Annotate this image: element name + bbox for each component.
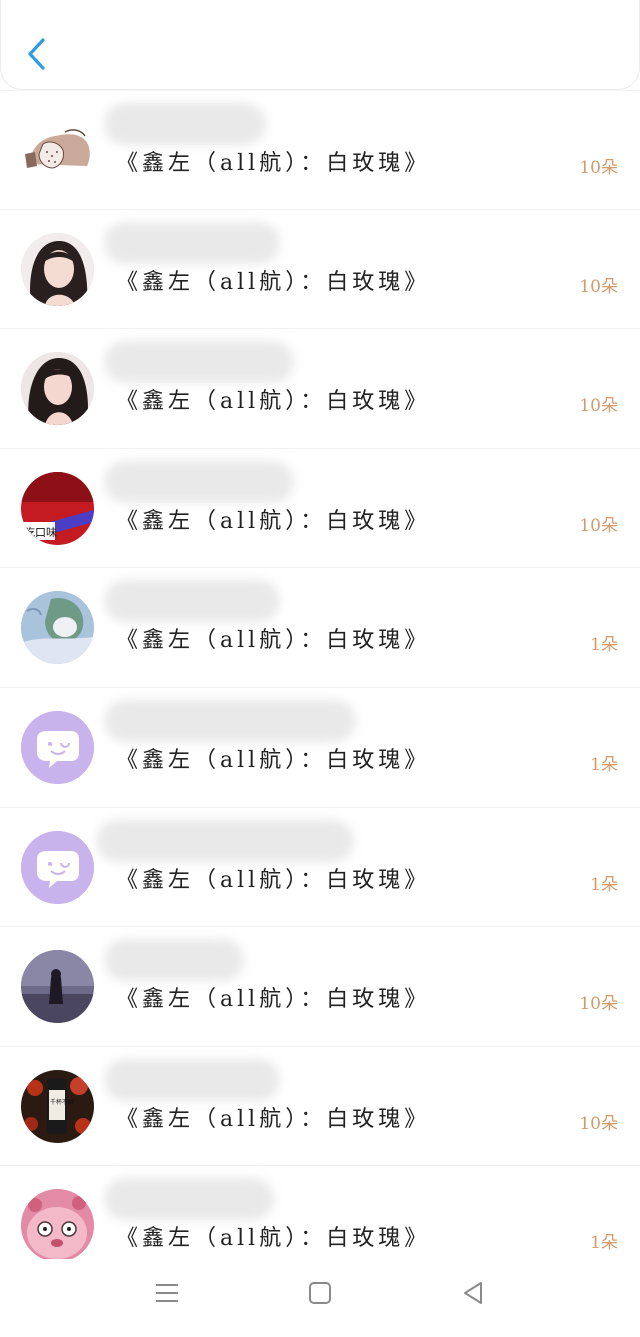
username-blurred [104, 103, 266, 145]
avatar-caption: 千杯不醉 [50, 1098, 74, 1106]
username-blurred [104, 699, 356, 742]
list-item[interactable]: 《鑫左（all航）：白玫瑰》 10朵 [0, 329, 640, 449]
meme-avatar [21, 114, 94, 187]
flower-count: 10朵 [579, 515, 618, 536]
flower-count: 1朵 [590, 874, 618, 895]
drink-photo-avatar: 千杯不醉 [21, 1069, 94, 1143]
flower-count: 10朵 [579, 994, 618, 1015]
flower-count: 1朵 [590, 635, 618, 656]
username-blurred [104, 1058, 280, 1101]
username-blurred [96, 819, 354, 862]
girl-photo-avatar [21, 352, 94, 426]
username-blurred [104, 221, 280, 264]
back-button[interactable] [21, 34, 53, 74]
item-title: 《鑫左（all航）：白玫瑰》 [116, 269, 431, 295]
gift-list: 《鑫左（all航）：白玫瑰》 10朵 《鑫左（all航）：白玫瑰》 10朵 《鑫… [0, 90, 640, 1286]
default-chat-avatar [21, 710, 94, 784]
item-title: 《鑫左（all航）：白玫瑰》 [116, 628, 431, 654]
list-item[interactable]: 千杯不醉 《鑫左（all航）：白玫瑰》 10朵 [0, 1047, 640, 1167]
item-title: 《鑫左（all航）：白玫瑰》 [116, 867, 431, 893]
flower-count: 1朵 [590, 754, 618, 775]
system-navigation-bar [0, 1259, 640, 1337]
menu-icon [156, 1284, 178, 1302]
username-blurred [104, 341, 294, 384]
flower-count: 10朵 [579, 1113, 618, 1134]
item-title: 《鑫左（all航）：白玫瑰》 [116, 1106, 431, 1132]
menu-button[interactable] [147, 1273, 187, 1313]
list-item[interactable]: 《鑫左（all航）：白玫瑰》 1朵 [0, 568, 640, 688]
username-blurred [104, 460, 294, 503]
flower-count: 10朵 [579, 158, 618, 178]
girl-photo-avatar [21, 232, 94, 306]
item-title: 《鑫左（all航）：白玫瑰》 [116, 747, 431, 773]
anime-avatar [21, 591, 94, 665]
item-title: 《鑫左（all航）：白玫瑰》 [116, 987, 431, 1013]
list-item[interactable]: 《鑫左（all航）：白玫瑰》 1朵 [0, 688, 640, 808]
username-blurred [104, 580, 280, 623]
username-blurred [104, 939, 244, 982]
avatar-caption: 吃口味 [24, 526, 57, 539]
username-blurred [104, 1178, 274, 1221]
flower-count: 10朵 [579, 276, 618, 297]
list-item[interactable]: 《鑫左（all航）：白玫瑰》 10朵 [0, 927, 640, 1047]
home-button[interactable] [300, 1273, 340, 1313]
home-square-icon [309, 1282, 331, 1304]
item-title: 《鑫左（all航）：白玫瑰》 [116, 1226, 431, 1252]
red-photo-avatar: 吃口味 [21, 471, 94, 545]
list-item[interactable]: 《鑫左（all航）：白玫瑰》 10朵 [0, 90, 640, 210]
chevron-left-icon [28, 38, 45, 70]
flower-count: 1朵 [590, 1233, 618, 1254]
flower-count: 10朵 [579, 396, 618, 417]
list-item[interactable]: 吃口味 《鑫左（all航）：白玫瑰》 10朵 [0, 449, 640, 569]
list-item[interactable]: 《鑫左（all航）：白玫瑰》 10朵 [0, 210, 640, 330]
top-bar [0, 0, 640, 90]
back-triangle-icon [464, 1282, 482, 1304]
pink-toy-avatar [21, 1189, 94, 1263]
item-title: 《鑫左（all航）：白玫瑰》 [116, 151, 431, 176]
list-item[interactable]: 《鑫左（all航）：白玫瑰》 1朵 [0, 808, 640, 928]
item-title: 《鑫左（all航）：白玫瑰》 [116, 389, 431, 415]
back-nav-button[interactable] [453, 1273, 493, 1313]
dusk-photo-avatar [21, 950, 94, 1024]
item-title: 《鑫左（all航）：白玫瑰》 [116, 508, 431, 534]
default-chat-avatar [21, 830, 94, 904]
